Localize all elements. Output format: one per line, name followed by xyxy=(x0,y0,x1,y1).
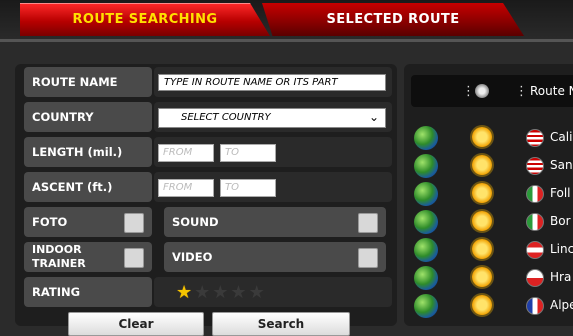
length-to-input[interactable]: TO xyxy=(220,144,276,162)
star-icon[interactable]: ★ xyxy=(194,282,210,303)
ascent-to-input[interactable]: TO xyxy=(220,179,276,197)
sound-checkbox[interactable] xyxy=(358,213,378,233)
length-from-input[interactable]: FROM xyxy=(158,144,214,162)
flag-icon xyxy=(526,157,544,175)
flag-icon xyxy=(526,241,544,259)
sun-icon xyxy=(472,295,492,315)
globe-icon xyxy=(414,182,438,206)
star-icon[interactable]: ★ xyxy=(249,282,265,303)
tab-selected-route[interactable]: SELECTED ROUTE xyxy=(262,3,524,36)
column-resize-handle[interactable]: ⋮ xyxy=(515,84,528,99)
globe-icon xyxy=(414,238,438,262)
ascent-label: ASCENT (ft.) xyxy=(24,172,152,202)
route-name-cell: Hra xyxy=(550,270,572,284)
globe-icon xyxy=(414,294,438,318)
indoor-trainer-checkbox[interactable] xyxy=(124,248,144,268)
indoor-trainer-label: INDOOR TRAINER xyxy=(32,243,86,270)
clear-button[interactable]: Clear xyxy=(68,312,204,336)
indoor-trainer-option: INDOOR TRAINER xyxy=(24,242,152,272)
star-icon[interactable]: ★ xyxy=(230,282,246,303)
route-name-cell: Bor xyxy=(550,214,571,228)
results-header: ⋮ ⋮ Route N xyxy=(411,75,573,107)
star-icon[interactable]: ★ xyxy=(176,282,192,303)
country-select[interactable]: SELECT COUNTRY ⌄ xyxy=(158,108,386,128)
foto-checkbox[interactable] xyxy=(124,213,144,233)
sun-icon xyxy=(472,183,492,203)
globe-icon xyxy=(414,210,438,234)
flag-icon xyxy=(526,213,544,231)
length-label: LENGTH (mil.) xyxy=(24,137,152,167)
results-row[interactable]: Bor xyxy=(414,210,573,234)
sun-icon xyxy=(472,211,492,231)
rating-label: RATING xyxy=(24,277,152,307)
results-row[interactable]: San xyxy=(414,154,573,178)
sound-label: SOUND xyxy=(172,215,219,229)
flag-icon xyxy=(526,269,544,287)
sound-option: SOUND xyxy=(164,207,386,237)
tab-route-searching[interactable]: ROUTE SEARCHING xyxy=(20,3,270,36)
gear-icon[interactable] xyxy=(475,84,489,98)
results-row[interactable]: Cali xyxy=(414,126,573,150)
sun-icon xyxy=(472,127,492,147)
results-row[interactable]: Hra xyxy=(414,266,573,290)
video-checkbox[interactable] xyxy=(358,248,378,268)
flag-icon xyxy=(526,297,544,315)
route-name-input[interactable]: TYPE IN ROUTE NAME OR ITS PART xyxy=(158,74,386,91)
tab-divider xyxy=(0,39,573,42)
results-row[interactable]: Foll xyxy=(414,182,573,206)
route-name-cell: Alpe xyxy=(550,298,573,312)
flag-icon xyxy=(526,129,544,147)
results-row[interactable]: Alpe xyxy=(414,294,573,318)
ascent-from-input[interactable]: FROM xyxy=(158,179,214,197)
sun-icon xyxy=(472,155,492,175)
globe-icon xyxy=(414,266,438,290)
results-row[interactable]: Linc xyxy=(414,238,573,262)
route-name-cell: Foll xyxy=(550,186,571,200)
video-label: VIDEO xyxy=(172,250,213,264)
foto-label: FOTO xyxy=(32,215,68,229)
video-option: VIDEO xyxy=(164,242,386,272)
route-name-column-header[interactable]: Route N xyxy=(530,84,573,98)
foto-option: FOTO xyxy=(24,207,152,237)
sun-icon xyxy=(472,239,492,259)
sun-icon xyxy=(472,267,492,287)
route-name-label: ROUTE NAME xyxy=(24,67,152,97)
route-name-cell: San xyxy=(550,158,573,172)
globe-icon xyxy=(414,154,438,178)
route-name-cell: Linc xyxy=(550,242,573,256)
search-button[interactable]: Search xyxy=(212,312,350,336)
globe-icon xyxy=(414,126,438,150)
route-name-cell: Cali xyxy=(550,130,573,144)
country-label: COUNTRY xyxy=(24,102,152,132)
column-resize-handle[interactable]: ⋮ xyxy=(462,84,475,99)
chevron-down-icon: ⌄ xyxy=(368,110,379,124)
country-select-value: SELECT COUNTRY xyxy=(181,112,271,123)
rating-stars[interactable]: ★ ★ ★ ★ ★ xyxy=(176,282,265,303)
star-icon[interactable]: ★ xyxy=(212,282,228,303)
flag-icon xyxy=(526,185,544,203)
